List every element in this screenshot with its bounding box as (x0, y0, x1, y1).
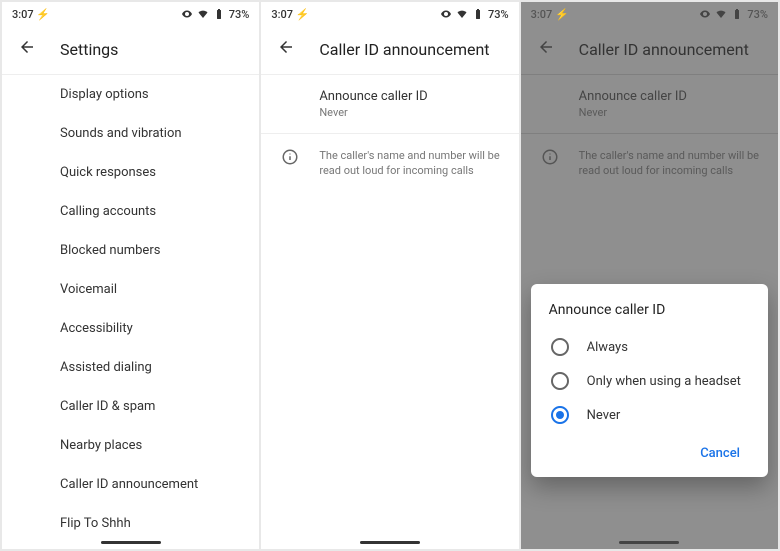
settings-item-accessibility[interactable]: Accessibility (60, 309, 259, 348)
settings-screen: 3:07 ⚡ 73% Settings Display options Soun… (2, 2, 259, 549)
option-label: Never (587, 408, 621, 423)
battery-icon (472, 8, 484, 20)
pref-title: Announce caller ID (319, 89, 500, 104)
bolt-icon: ⚡ (555, 8, 569, 21)
back-arrow-icon[interactable] (537, 38, 555, 60)
announce-caller-id-pref[interactable]: Announce caller ID Never (261, 75, 518, 133)
eye-icon (181, 8, 193, 20)
bolt-icon: ⚡ (296, 8, 310, 21)
status-right: 73% (699, 8, 768, 21)
status-bar: 3:07 ⚡ 73% (2, 2, 259, 26)
wifi-icon (456, 8, 468, 20)
settings-item-voicemail[interactable]: Voicemail (60, 270, 259, 309)
settings-item-caller-id-spam[interactable]: Caller ID & spam (60, 387, 259, 426)
settings-item-calling-accounts[interactable]: Calling accounts (60, 192, 259, 231)
wifi-icon (197, 8, 209, 20)
pref-title: Announce caller ID (579, 89, 760, 104)
caller-id-announcement-screen: 3:07 ⚡ 73% Caller ID announcement Announ… (261, 2, 518, 549)
battery-pct: 73% (229, 8, 250, 21)
settings-item-blocked-numbers[interactable]: Blocked numbers (60, 231, 259, 270)
info-text: The caller's name and number will be rea… (319, 148, 500, 179)
eye-icon (699, 8, 711, 20)
settings-item-nearby-places[interactable]: Nearby places (60, 426, 259, 465)
settings-content: Display options Sounds and vibration Qui… (2, 75, 259, 535)
battery-pct: 73% (747, 8, 768, 21)
page-title: Caller ID announcement (319, 40, 489, 59)
dialog-option-always[interactable]: Always (549, 330, 750, 364)
info-text: The caller's name and number will be rea… (579, 148, 760, 179)
wifi-icon (715, 8, 727, 20)
home-indicator-icon (101, 541, 161, 544)
dialog-option-never[interactable]: Never (549, 398, 750, 432)
radio-icon (551, 338, 569, 356)
settings-item-display-options[interactable]: Display options (60, 75, 259, 114)
status-right: 73% (440, 8, 509, 21)
announce-caller-id-pref[interactable]: Announce caller ID Never (521, 75, 778, 133)
dialog-title: Announce caller ID (549, 302, 750, 318)
settings-header: Settings (2, 26, 259, 75)
status-time: 3:07 ⚡ (12, 8, 50, 21)
info-icon (281, 148, 299, 166)
status-time: 3:07 ⚡ (271, 8, 309, 21)
info-block: The caller's name and number will be rea… (261, 134, 518, 193)
battery-pct: 73% (488, 8, 509, 21)
settings-item-flip-to-shhh[interactable]: Flip To Shhh (60, 504, 259, 535)
page-title: Settings (60, 40, 118, 59)
pref-value: Never (319, 106, 500, 119)
bolt-icon: ⚡ (36, 8, 50, 21)
home-indicator-icon (619, 541, 679, 544)
caller-id-dialog-screen: 3:07 ⚡ 73% Caller ID announcement Announ… (521, 2, 778, 549)
battery-icon (213, 8, 225, 20)
back-arrow-icon[interactable] (277, 38, 295, 60)
status-bar: 3:07 ⚡ 73% (261, 2, 518, 26)
dialog-option-headset[interactable]: Only when using a headset (549, 364, 750, 398)
dialog-actions: Cancel (549, 438, 750, 469)
settings-list: Display options Sounds and vibration Qui… (2, 75, 259, 535)
settings-item-assisted-dialing[interactable]: Assisted dialing (60, 348, 259, 387)
nav-bar[interactable] (521, 535, 778, 549)
battery-icon (731, 8, 743, 20)
eye-icon (440, 8, 452, 20)
info-icon (541, 148, 559, 166)
nav-bar[interactable] (261, 535, 518, 549)
radio-icon (551, 372, 569, 390)
status-time: 3:07 ⚡ (531, 8, 569, 21)
cancel-button[interactable]: Cancel (690, 438, 750, 469)
info-block: The caller's name and number will be rea… (521, 134, 778, 193)
caller-id-header: Caller ID announcement (261, 26, 518, 75)
status-right: 73% (181, 8, 250, 21)
pref-value: Never (579, 106, 760, 119)
caller-id-header: Caller ID announcement (521, 26, 778, 75)
caller-id-content: Announce caller ID Never The caller's na… (261, 75, 518, 535)
settings-item-caller-id-announcement[interactable]: Caller ID announcement (60, 465, 259, 504)
settings-item-sounds-vibration[interactable]: Sounds and vibration (60, 114, 259, 153)
back-arrow-icon[interactable] (18, 38, 36, 60)
settings-item-quick-responses[interactable]: Quick responses (60, 153, 259, 192)
dialog-options: Always Only when using a headset Never (549, 330, 750, 432)
status-bar: 3:07 ⚡ 73% (521, 2, 778, 26)
option-label: Always (587, 340, 628, 355)
announce-caller-id-dialog: Announce caller ID Always Only when usin… (531, 284, 768, 477)
nav-bar[interactable] (2, 535, 259, 549)
home-indicator-icon (360, 541, 420, 544)
radio-selected-icon (551, 406, 569, 424)
option-label: Only when using a headset (587, 374, 741, 389)
page-title: Caller ID announcement (579, 40, 749, 59)
